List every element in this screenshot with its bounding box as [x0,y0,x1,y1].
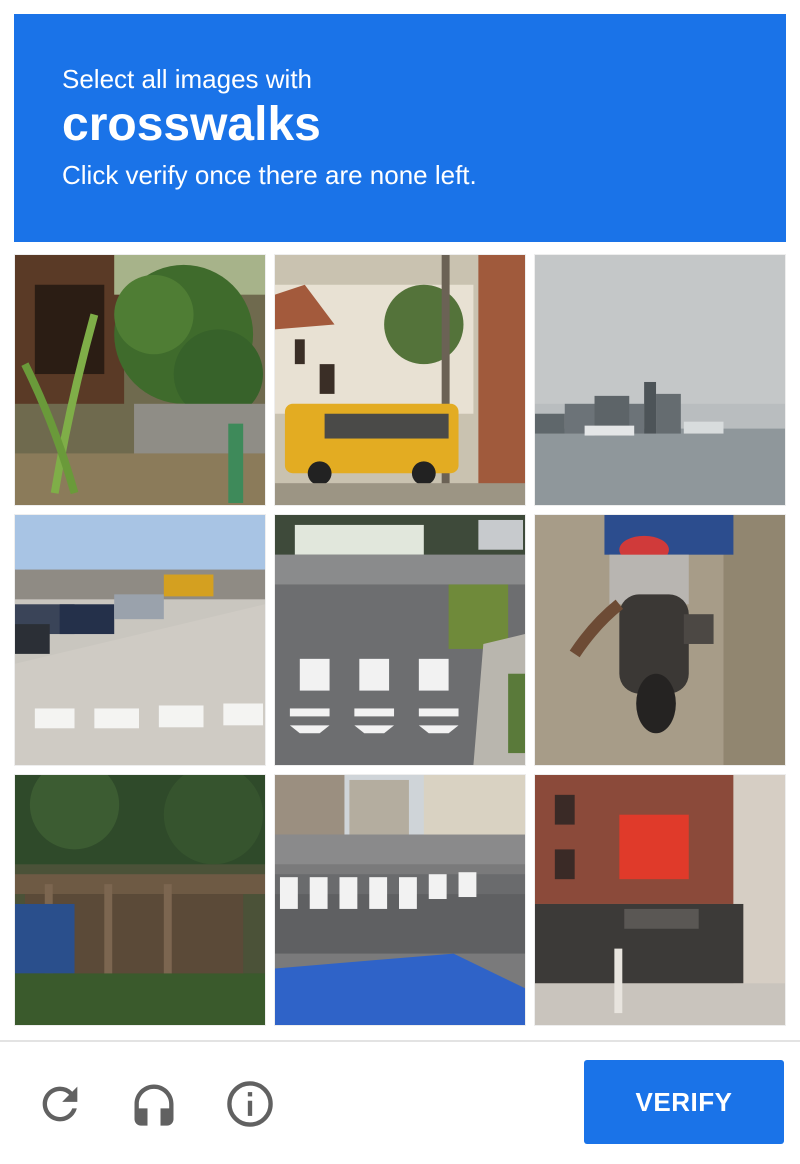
image-tile-2[interactable] [274,254,526,506]
tile-9-image [535,775,785,1025]
image-tile-4[interactable] [14,514,266,766]
info-button[interactable] [224,1078,276,1130]
tile-1-image [15,255,265,505]
headphones-icon [134,1084,174,1126]
challenge-header: Select all images with crosswalks Click … [14,14,786,242]
image-tile-9[interactable] [534,774,786,1026]
image-tile-5[interactable] [274,514,526,766]
challenge-instruction: Click verify once there are none left. [62,160,477,190]
audio-challenge-button[interactable] [128,1078,180,1130]
tile-4-image [15,515,265,765]
tile-8-image [275,775,525,1025]
verify-button[interactable]: VERIFY [584,1060,784,1144]
tile-7-image [15,775,265,1025]
image-tile-7[interactable] [14,774,266,1026]
image-grid [14,254,786,1026]
info-icon [227,1081,273,1127]
tile-5-image [275,515,525,765]
tile-2-image [275,255,525,505]
footer-divider [0,1040,800,1042]
reload-button[interactable] [34,1078,86,1130]
challenge-prompt: Select all images with [62,64,312,94]
image-tile-6[interactable] [534,514,786,766]
tile-6-image [535,515,785,765]
image-tile-1[interactable] [14,254,266,506]
tile-3-image [535,255,785,505]
challenge-keyword: crosswalks [62,98,321,151]
image-tile-3[interactable] [534,254,786,506]
image-tile-8[interactable] [274,774,526,1026]
reload-icon [42,1086,78,1122]
